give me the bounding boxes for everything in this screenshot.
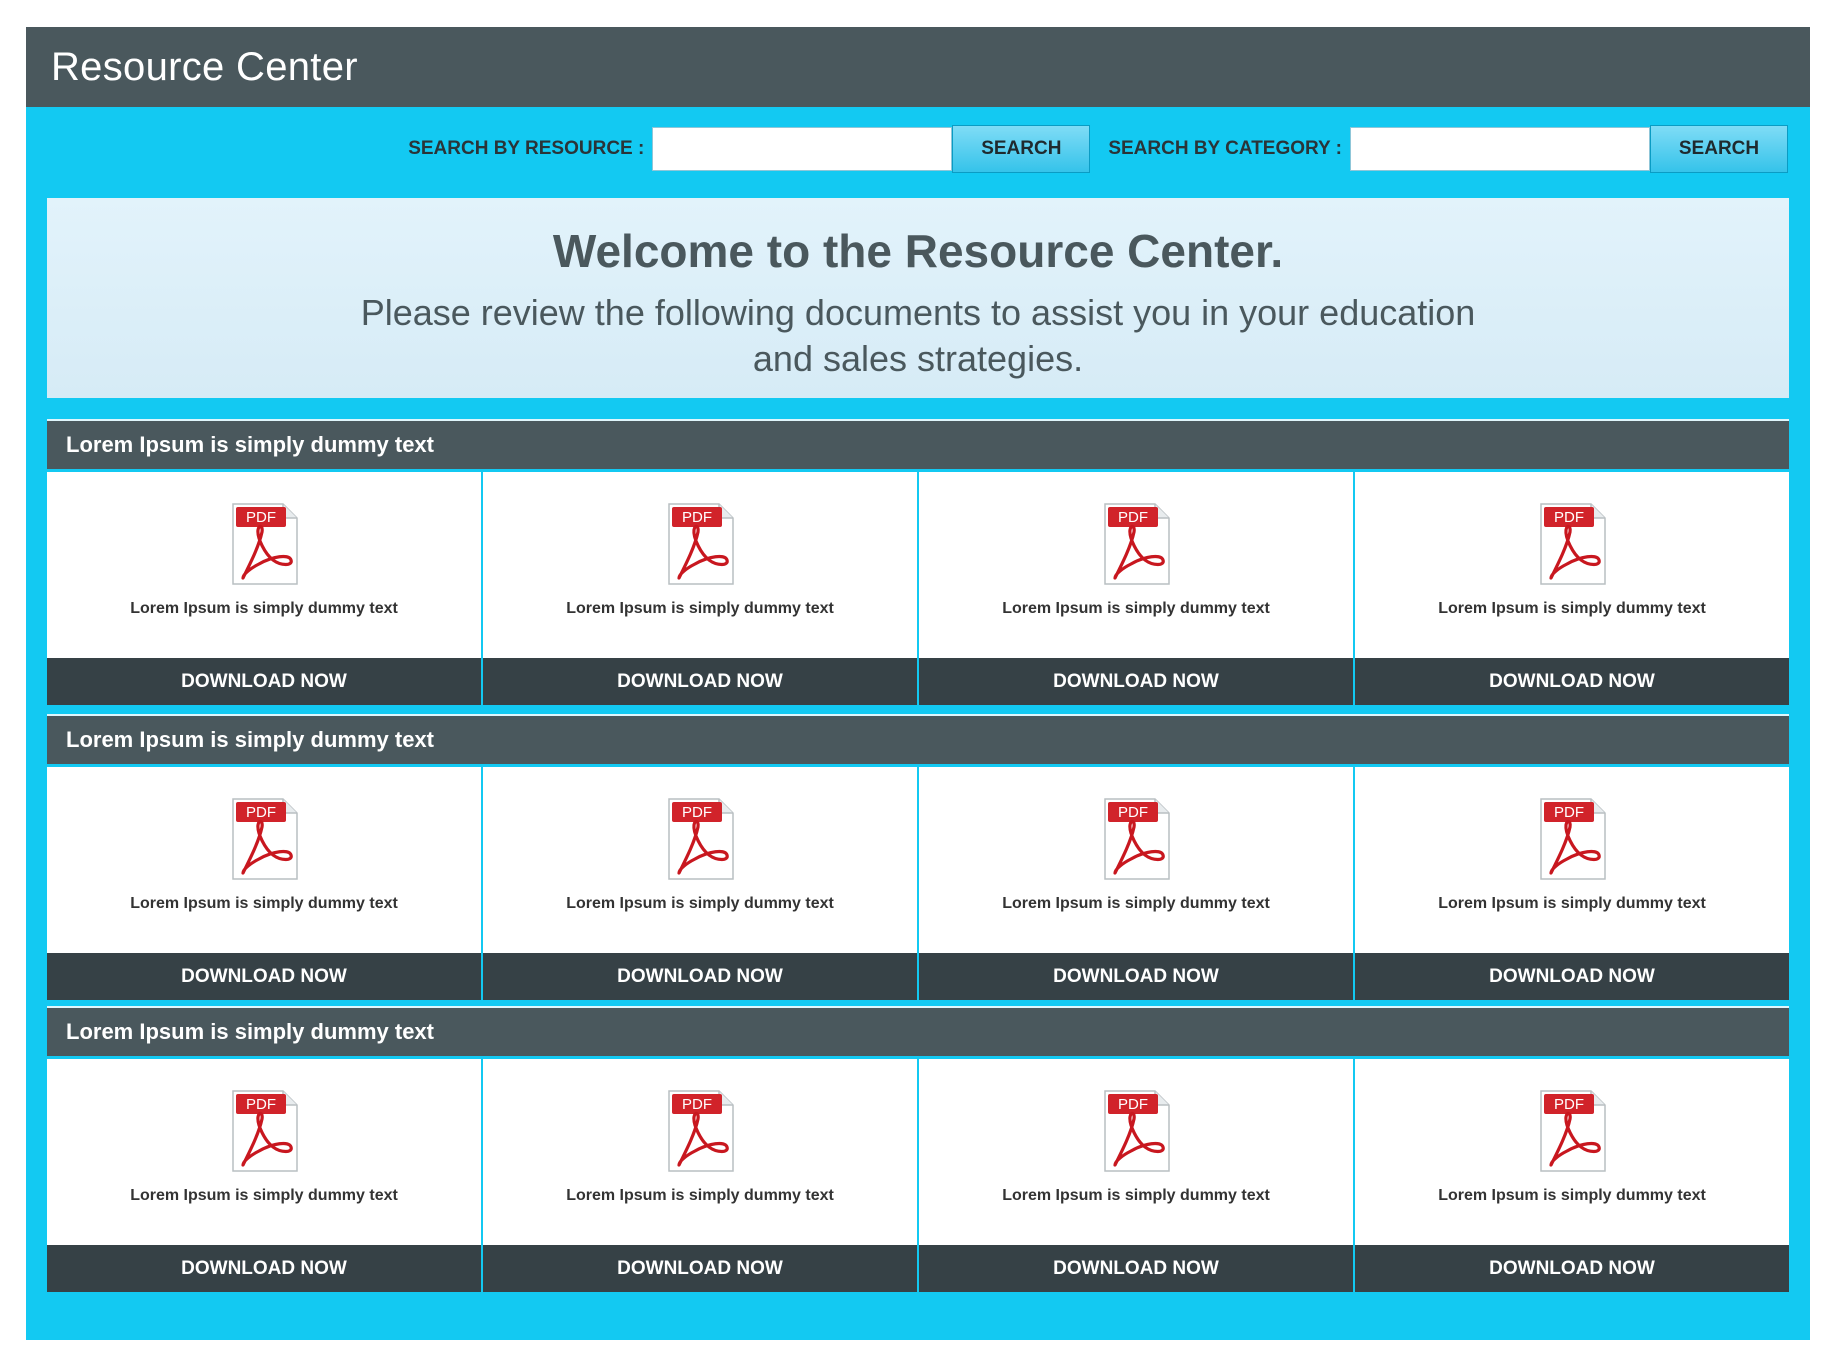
resource-section: Lorem Ipsum is simply dummy text PDF Lorem… [47, 419, 1789, 705]
resource-card: PDF Lorem Ipsum is simply dummy text DOWNL… [919, 767, 1353, 1000]
welcome-text: Please review the following documents to… [360, 292, 1476, 379]
resource-card-label: Lorem Ipsum is simply dummy text [566, 895, 834, 912]
resource-card-label: Lorem Ipsum is simply dummy text [1438, 895, 1706, 912]
search-resource-input[interactable] [652, 127, 953, 171]
resource-card-row: PDF Lorem Ipsum is simply dummy text DOWNL… [47, 1059, 1789, 1292]
resource-card-body: PDF Lorem Ipsum is simply dummy text [47, 1059, 481, 1245]
resource-card-row: PDF Lorem Ipsum is simply dummy text DOWNL… [47, 472, 1789, 705]
resource-card-label: Lorem Ipsum is simply dummy text [1438, 600, 1706, 617]
resource-card: PDF Lorem Ipsum is simply dummy text DOWNL… [1355, 767, 1789, 1000]
download-now-button[interactable]: DOWNLOAD NOW [919, 658, 1353, 705]
pdf-file-icon[interactable]: PDF [229, 502, 299, 586]
pdf-file-icon[interactable]: PDF [665, 797, 735, 881]
pdf-badge-label: PDF [1118, 509, 1148, 526]
download-now-button[interactable]: DOWNLOAD NOW [483, 953, 917, 1000]
download-now-button[interactable]: DOWNLOAD NOW [1355, 658, 1789, 705]
resource-card-body: PDF Lorem Ipsum is simply dummy text [1355, 767, 1789, 953]
section-title: Lorem Ipsum is simply dummy text [47, 419, 1789, 469]
resource-card-body: PDF Lorem Ipsum is simply dummy text [483, 767, 917, 953]
resource-card-body: PDF Lorem Ipsum is simply dummy text [1355, 472, 1789, 658]
pdf-badge-label: PDF [246, 509, 276, 526]
section-title: Lorem Ipsum is simply dummy text [47, 714, 1789, 764]
welcome-banner: Welcome to the Resource Center. Please r… [47, 198, 1789, 398]
search-bar: SEARCH BY RESOURCE : SEARCH SEARCH BY CA… [408, 125, 1788, 173]
download-now-button[interactable]: DOWNLOAD NOW [919, 1245, 1353, 1292]
pdf-file-icon[interactable]: PDF [665, 502, 735, 586]
search-resource-button[interactable]: SEARCH [952, 125, 1091, 173]
resource-card: PDF Lorem Ipsum is simply dummy text DOWNL… [483, 767, 917, 1000]
pdf-badge-label: PDF [1118, 1096, 1148, 1113]
pdf-file-icon[interactable]: PDF [1537, 1089, 1607, 1173]
resource-card-label: Lorem Ipsum is simply dummy text [1002, 895, 1270, 912]
resource-card-label: Lorem Ipsum is simply dummy text [1002, 1187, 1270, 1204]
download-now-button[interactable]: DOWNLOAD NOW [1355, 1245, 1789, 1292]
resource-card: PDF Lorem Ipsum is simply dummy text DOWNL… [47, 472, 481, 705]
pdf-badge-label: PDF [1554, 1096, 1584, 1113]
pdf-badge-label: PDF [682, 804, 712, 821]
download-now-button[interactable]: DOWNLOAD NOW [483, 1245, 917, 1292]
download-now-button[interactable]: DOWNLOAD NOW [47, 1245, 481, 1292]
resource-section: Lorem Ipsum is simply dummy text PDF Lorem… [47, 714, 1789, 1000]
resource-section: Lorem Ipsum is simply dummy text PDF Lorem… [47, 1006, 1789, 1292]
pdf-file-icon[interactable]: PDF [229, 1089, 299, 1173]
pdf-file-icon[interactable]: PDF [665, 1089, 735, 1173]
title-bar: Resource Center [26, 27, 1810, 107]
resource-card-body: PDF Lorem Ipsum is simply dummy text [919, 1059, 1353, 1245]
resource-card-label: Lorem Ipsum is simply dummy text [130, 895, 398, 912]
download-now-button[interactable]: DOWNLOAD NOW [483, 658, 917, 705]
resource-card-body: PDF Lorem Ipsum is simply dummy text [1355, 1059, 1789, 1245]
pdf-badge-label: PDF [246, 804, 276, 821]
resource-card: PDF Lorem Ipsum is simply dummy text DOWNL… [919, 1059, 1353, 1292]
resource-card-label: Lorem Ipsum is simply dummy text [130, 1187, 398, 1204]
resource-card-label: Lorem Ipsum is simply dummy text [566, 1187, 834, 1204]
resource-card-label: Lorem Ipsum is simply dummy text [1438, 1187, 1706, 1204]
pdf-file-icon[interactable]: PDF [1537, 502, 1607, 586]
resource-card-label: Lorem Ipsum is simply dummy text [566, 600, 834, 617]
download-now-button[interactable]: DOWNLOAD NOW [47, 658, 481, 705]
pdf-file-icon[interactable]: PDF [1101, 797, 1171, 881]
search-category-label: SEARCH BY CATEGORY : [1108, 138, 1342, 159]
resource-card-label: Lorem Ipsum is simply dummy text [130, 600, 398, 617]
section-title: Lorem Ipsum is simply dummy text [47, 1006, 1789, 1056]
pdf-badge-label: PDF [1118, 804, 1148, 821]
resource-card: PDF Lorem Ipsum is simply dummy text DOWNL… [483, 472, 917, 705]
resource-card-body: PDF Lorem Ipsum is simply dummy text [483, 1059, 917, 1245]
resource-card: PDF Lorem Ipsum is simply dummy text DOWNL… [1355, 472, 1789, 705]
pdf-file-icon[interactable]: PDF [1101, 1089, 1171, 1173]
resource-card: PDF Lorem Ipsum is simply dummy text DOWNL… [919, 472, 1353, 705]
pdf-badge-label: PDF [1554, 509, 1584, 526]
pdf-file-icon[interactable]: PDF [1101, 502, 1171, 586]
pdf-file-icon[interactable]: PDF [1537, 797, 1607, 881]
resource-card: PDF Lorem Ipsum is simply dummy text DOWNL… [1355, 1059, 1789, 1292]
resource-card-body: PDF Lorem Ipsum is simply dummy text [919, 472, 1353, 658]
pdf-file-icon[interactable]: PDF [229, 797, 299, 881]
search-resource-label: SEARCH BY RESOURCE : [408, 138, 645, 159]
resource-card-row: PDF Lorem Ipsum is simply dummy text DOWNL… [47, 767, 1789, 1000]
resource-card-body: PDF Lorem Ipsum is simply dummy text [919, 767, 1353, 953]
download-now-button[interactable]: DOWNLOAD NOW [47, 953, 481, 1000]
resource-card-body: PDF Lorem Ipsum is simply dummy text [483, 472, 917, 658]
resource-card-body: PDF Lorem Ipsum is simply dummy text [47, 472, 481, 658]
resource-card: PDF Lorem Ipsum is simply dummy text DOWNL… [483, 1059, 917, 1292]
pdf-badge-label: PDF [1554, 804, 1584, 821]
resource-card: PDF Lorem Ipsum is simply dummy text DOWNL… [47, 767, 481, 1000]
pdf-badge-label: PDF [682, 509, 712, 526]
resource-card-body: PDF Lorem Ipsum is simply dummy text [47, 767, 481, 953]
download-now-button[interactable]: DOWNLOAD NOW [1355, 953, 1789, 1000]
page-title: Resource Center [51, 44, 358, 89]
pdf-badge-label: PDF [246, 1096, 276, 1113]
resource-center-app: Resource Center SEARCH BY RESOURCE : SEA… [26, 27, 1810, 1340]
search-category-input[interactable] [1350, 127, 1650, 171]
resource-card-label: Lorem Ipsum is simply dummy text [1002, 600, 1270, 617]
welcome-heading: Welcome to the Resource Center. [552, 225, 1284, 277]
search-category-button[interactable]: SEARCH [1650, 125, 1788, 173]
download-now-button[interactable]: DOWNLOAD NOW [919, 953, 1353, 1000]
pdf-badge-label: PDF [682, 1096, 712, 1113]
resource-card: PDF Lorem Ipsum is simply dummy text DOWNL… [47, 1059, 481, 1292]
